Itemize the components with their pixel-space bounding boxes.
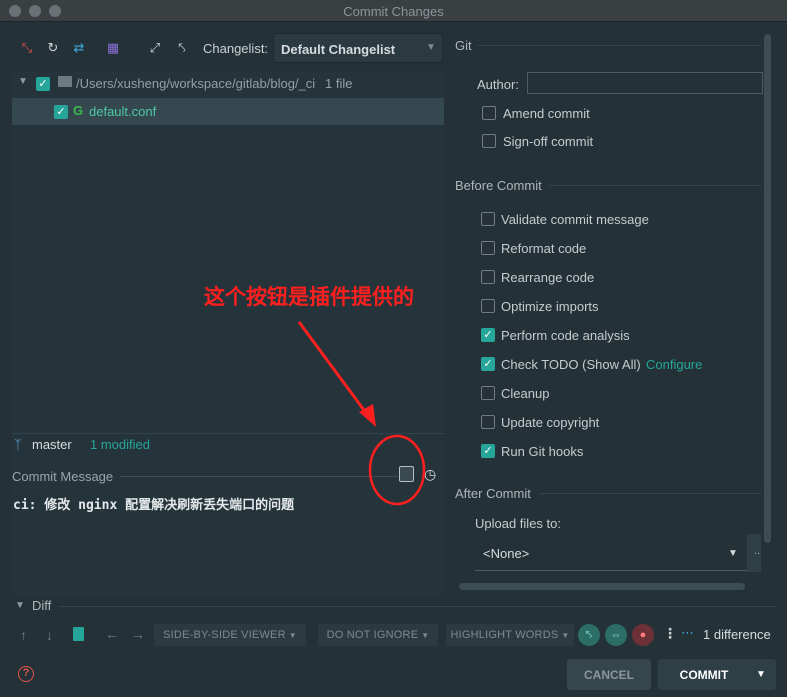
divider <box>549 185 761 186</box>
code-analysis-label: Perform code analysis <box>501 328 630 343</box>
rearrange-code-checkbox[interactable] <box>481 270 495 284</box>
validate-message-label: Validate commit message <box>501 212 649 227</box>
annotation-circle <box>368 434 426 506</box>
update-copyright-checkbox[interactable] <box>481 415 495 429</box>
upload-value: <None> <box>483 546 530 561</box>
before-commit-title: Before Commit <box>455 178 542 193</box>
divider <box>58 606 776 607</box>
commit-options-dropdown[interactable]: ▼ <box>756 669 766 680</box>
annotation-overlay <box>297 321 426 506</box>
amend-commit-label: Amend commit <box>503 106 590 121</box>
next-file-icon[interactable]: → <box>131 626 145 642</box>
chevron-down-icon: ▼ <box>421 630 430 640</box>
reformat-code-label: Reformat code <box>501 241 587 256</box>
run-git-hooks-label: Run Git hooks <box>501 444 584 459</box>
highlight-select[interactable]: HIGHLIGHT WORDS ▼ <box>446 624 574 646</box>
author-label: Author: <box>477 77 519 92</box>
author-field[interactable] <box>527 72 763 94</box>
settings-dots-icon[interactable]: ⋯ <box>681 625 694 641</box>
ignore-select[interactable]: DO NOT IGNORE ▼ <box>318 624 438 646</box>
vertical-scrollbar[interactable] <box>764 34 771 543</box>
check-todo-label: Check TODO (Show All) <box>501 357 641 372</box>
chevron-down-icon: ▼ <box>561 630 570 640</box>
cleanup-checkbox[interactable] <box>481 386 495 400</box>
annotation-arrow <box>297 321 374 422</box>
upload-more-button[interactable]: .. <box>747 534 761 572</box>
optimize-imports-label: Optimize imports <box>501 299 599 314</box>
ignore-value: DO NOT IGNORE <box>326 629 419 641</box>
collapse-diff-icon[interactable]: ▼ <box>15 600 25 611</box>
rearrange-code-label: Rearrange code <box>501 270 595 285</box>
update-copyright-label: Update copyright <box>501 415 600 430</box>
next-difference-icon[interactable]: ↓ <box>46 627 53 643</box>
chevron-down-icon: ▼ <box>728 548 738 559</box>
collapse-unchanged-icon[interactable]: ⤣ <box>578 624 600 646</box>
commit-label: COMMIT <box>679 667 729 682</box>
configure-todo-link[interactable]: Configure <box>646 357 702 372</box>
help-icon[interactable]: ? <box>18 666 34 682</box>
previous-file-icon[interactable]: ← <box>105 626 119 642</box>
check-todo-checkbox[interactable]: ✓ <box>481 357 495 371</box>
divider <box>478 45 761 46</box>
divider <box>540 493 761 494</box>
horizontal-scrollbar[interactable] <box>459 583 745 590</box>
signoff-commit-checkbox[interactable] <box>482 134 496 148</box>
signoff-commit-label: Sign-off commit <box>503 134 594 149</box>
validate-message-checkbox[interactable] <box>481 212 495 226</box>
chevron-down-icon: ▼ <box>288 630 297 640</box>
upload-select[interactable]: <None> ▼ <box>475 538 747 571</box>
jump-to-source-icon[interactable] <box>73 627 84 641</box>
previous-difference-icon[interactable]: ↑ <box>20 627 27 643</box>
viewer-value: SIDE-BY-SIDE VIEWER <box>163 629 286 641</box>
run-git-hooks-checkbox[interactable]: ✓ <box>481 444 495 458</box>
amend-commit-checkbox[interactable] <box>482 106 496 120</box>
sync-scroll-icon[interactable]: ⇔ <box>605 624 627 646</box>
diff-title: Diff <box>32 598 52 613</box>
highlight-value: HIGHLIGHT WORDS <box>450 629 559 641</box>
lock-icon[interactable]: ● <box>632 624 654 646</box>
after-commit-title: After Commit <box>455 486 531 501</box>
difference-count: 1 difference <box>703 627 771 642</box>
cancel-label: CANCEL <box>584 667 634 682</box>
upload-label: Upload files to: <box>475 516 561 531</box>
cancel-button[interactable]: CANCEL <box>567 659 651 690</box>
more-options-icon[interactable]: ⋮ <box>663 625 677 642</box>
viewer-select[interactable]: SIDE-BY-SIDE VIEWER ▼ <box>154 624 306 646</box>
cleanup-label: Cleanup <box>501 386 550 401</box>
git-section-title: Git <box>455 38 472 53</box>
code-analysis-checkbox[interactable]: ✓ <box>481 328 495 342</box>
optimize-imports-checkbox[interactable] <box>481 299 495 313</box>
reformat-code-checkbox[interactable] <box>481 241 495 255</box>
